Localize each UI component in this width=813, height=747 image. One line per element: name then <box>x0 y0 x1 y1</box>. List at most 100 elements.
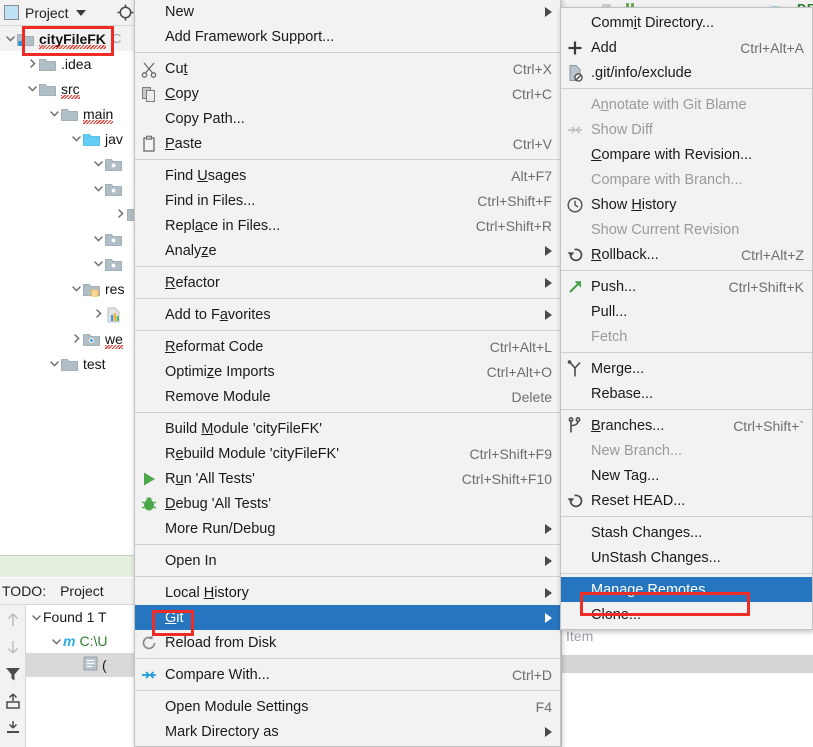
menu-item-shortcut: Ctrl+Shift+F10 <box>461 470 552 487</box>
chevron-down-icon[interactable] <box>92 157 105 170</box>
tree-node-label-wrap: we <box>105 331 123 349</box>
chevron-right-icon <box>545 6 552 17</box>
chevron-down-icon[interactable] <box>30 611 43 624</box>
menu-item-add-framework-support[interactable]: Add Framework Support... <box>135 24 560 49</box>
tree-row[interactable] <box>0 301 140 326</box>
paste-icon <box>143 135 155 152</box>
menu-item-pull[interactable]: Pull... <box>561 299 812 324</box>
tree-row[interactable]: main <box>0 101 140 126</box>
menu-item-git[interactable]: Git <box>135 605 560 630</box>
menu-item-find-in-files[interactable]: Find in Files... Ctrl+Shift+F <box>135 188 560 213</box>
tab-todo[interactable]: TODO: <box>2 583 46 599</box>
tree-row[interactable]: we <box>0 326 140 351</box>
tree-row[interactable]: test <box>0 351 140 376</box>
menu-item-manage-remotes[interactable]: Manage Remotes... <box>561 577 812 602</box>
menu-item-branches[interactable]: Branches... Ctrl+Shift+` <box>561 413 812 438</box>
arrow-down-icon[interactable] <box>4 638 22 656</box>
menu-item-reformat-code[interactable]: Reformat Code Ctrl+Alt+L <box>135 334 560 359</box>
menu-item-copy-path[interactable]: Copy Path... <box>135 106 560 131</box>
menu-item-show-history[interactable]: Show History <box>561 192 812 217</box>
tree-row[interactable] <box>0 201 144 226</box>
menu-item-new-tag[interactable]: New Tag... <box>561 463 812 488</box>
menu-item-push[interactable]: Push... Ctrl+Shift+K <box>561 274 812 299</box>
menu-item-add[interactable]: Add Ctrl+Alt+A <box>561 35 812 60</box>
menu-item-remove-module[interactable]: Remove Module Delete <box>135 384 560 409</box>
menu-item-rollback[interactable]: Rollback... Ctrl+Alt+Z <box>561 242 812 267</box>
menu-item-mark-directory-as[interactable]: Mark Directory as <box>135 719 560 744</box>
menu-item-rebase[interactable]: Rebase... <box>561 381 812 406</box>
locate-target-icon[interactable] <box>117 4 134 21</box>
tree-row[interactable]: src <box>0 76 140 101</box>
menu-item-open-in[interactable]: Open In <box>135 548 560 573</box>
todo-tool-window-tabs[interactable]: TODO: Project <box>0 578 140 605</box>
menu-separator <box>135 159 560 160</box>
menu-item-compare-with[interactable]: Compare With... Ctrl+D <box>135 662 560 687</box>
tree-row[interactable] <box>0 251 140 276</box>
project-context-menu[interactable]: New Add Framework Support... Cut Ctrl+X Copy… <box>134 0 561 747</box>
tree-row[interactable] <box>0 151 140 176</box>
chevron-down-icon[interactable] <box>70 282 83 295</box>
menu-item-new[interactable]: New <box>135 0 560 24</box>
menu-item-commit-directory[interactable]: Commit Directory... <box>561 10 812 35</box>
menu-item-unstash-changes[interactable]: UnStash Changes... <box>561 545 812 570</box>
expand-all-icon[interactable] <box>4 692 22 710</box>
menu-item-replace-in-files[interactable]: Replace in Files... Ctrl+Shift+R <box>135 213 560 238</box>
menu-item-debug-all-tests[interactable]: Debug 'All Tests' <box>135 491 560 516</box>
menu-item-build-module-cityfilefk[interactable]: Build Module 'cityFileFK' <box>135 416 560 441</box>
menu-item-paste[interactable]: Paste Ctrl+V <box>135 131 560 156</box>
collapse-all-icon[interactable] <box>4 719 22 737</box>
menu-item-stash-changes[interactable]: Stash Changes... <box>561 520 812 545</box>
chevron-right-icon[interactable] <box>114 207 127 220</box>
arrow-up-icon[interactable] <box>4 611 22 629</box>
menu-item-label: Copy <box>165 85 199 102</box>
chevron-down-icon[interactable] <box>92 182 105 195</box>
menu-item-rebuild-module-cityfilefk[interactable]: Rebuild Module 'cityFileFK' Ctrl+Shift+F9 <box>135 441 560 466</box>
menu-separator <box>135 52 560 53</box>
chevron-right-icon[interactable] <box>26 57 39 70</box>
menu-item-label: Remove Module <box>165 388 271 405</box>
menu-item-optimize-imports[interactable]: Optimize Imports Ctrl+Alt+O <box>135 359 560 384</box>
menu-item-analyze[interactable]: Analyze <box>135 238 560 263</box>
tree-row[interactable]: jav <box>0 126 140 151</box>
project-panel-header[interactable]: Project <box>0 0 140 26</box>
chevron-right-icon[interactable] <box>70 332 83 345</box>
menu-item-compare-with-revision[interactable]: Compare with Revision... <box>561 142 812 167</box>
menu-item-label: Reset HEAD... <box>591 492 686 509</box>
menu-item-clone[interactable]: Clone... <box>561 602 812 627</box>
menu-item-git-info-exclude[interactable]: .git/info/exclude <box>561 60 812 85</box>
menu-item-reset-head[interactable]: Reset HEAD... <box>561 488 812 513</box>
menu-item-open-module-settings[interactable]: Open Module Settings F4 <box>135 694 560 719</box>
menu-item-more-run-debug[interactable]: More Run/Debug <box>135 516 560 541</box>
menu-item-reload-from-disk[interactable]: Reload from Disk <box>135 630 560 655</box>
chevron-down-icon[interactable] <box>70 132 83 145</box>
menu-item-merge[interactable]: Merge... <box>561 356 812 381</box>
menu-item-refactor[interactable]: Refactor <box>135 270 560 295</box>
menu-item-cut[interactable]: Cut Ctrl+X <box>135 56 560 81</box>
chevron-down-icon[interactable] <box>50 635 63 648</box>
git-submenu[interactable]: Commit Directory... Add Ctrl+Alt+A .git/inf… <box>560 7 813 630</box>
menu-item-copy[interactable]: Copy Ctrl+C <box>135 81 560 106</box>
chevron-down-icon[interactable] <box>48 357 61 370</box>
tree-row[interactable] <box>0 226 140 251</box>
chevron-right-icon[interactable] <box>92 307 105 320</box>
menu-item-add-to-favorites[interactable]: Add to Favorites <box>135 302 560 327</box>
tree-row[interactable]: res <box>0 276 140 301</box>
tree-row[interactable] <box>0 176 140 201</box>
tab-project[interactable]: Project <box>60 583 104 599</box>
package-folder-icon <box>105 232 122 246</box>
chevron-down-icon[interactable] <box>48 107 61 120</box>
tree-row[interactable]: cityFileFK C <box>0 26 140 51</box>
chevron-down-icon[interactable] <box>4 32 17 45</box>
chevron-down-icon[interactable] <box>26 82 39 95</box>
chevron-down-icon[interactable] <box>92 232 105 245</box>
tree-row[interactable]: .idea <box>0 51 140 76</box>
filter-icon[interactable] <box>4 665 22 683</box>
menu-separator <box>561 516 812 517</box>
chevron-down-icon[interactable] <box>92 257 105 270</box>
chevron-down-icon[interactable] <box>75 9 86 16</box>
menu-item-local-history[interactable]: Local History <box>135 580 560 605</box>
project-tree[interactable]: cityFileFK C .idea src main jav res we test <box>0 26 144 376</box>
menu-item-find-usages[interactable]: Find Usages Alt+F7 <box>135 163 560 188</box>
menu-item-shortcut: Ctrl+Alt+L <box>489 338 552 355</box>
menu-item-run-all-tests[interactable]: Run 'All Tests' Ctrl+Shift+F10 <box>135 466 560 491</box>
